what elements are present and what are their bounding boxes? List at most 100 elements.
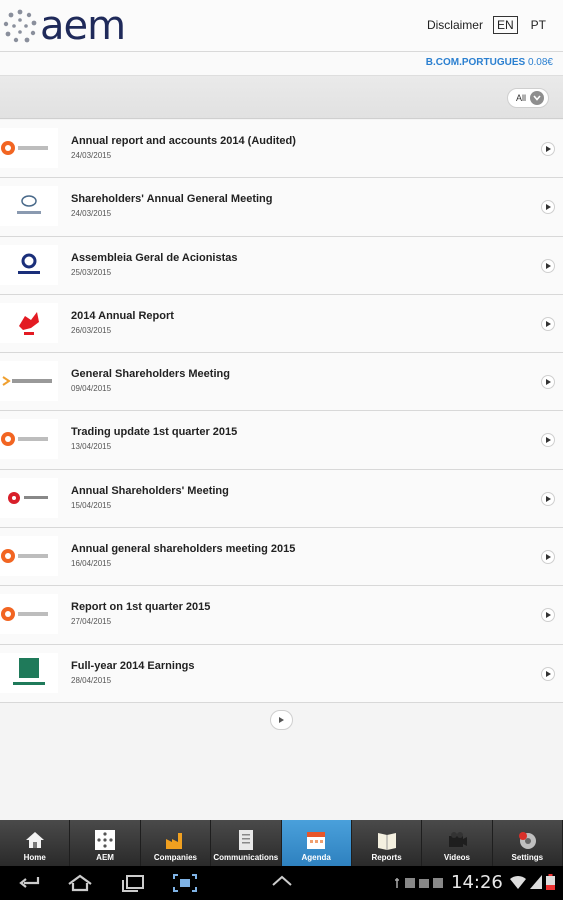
book-icon <box>376 829 398 851</box>
list-item[interactable]: Report on 1st quarter 2015 27/04/2015 <box>0 586 563 645</box>
filter-bar: All <box>0 76 563 119</box>
ticker-text[interactable]: B.COM.PORTUGUES 0.08€ <box>426 57 553 68</box>
agenda-list: Annual report and accounts 2014 (Audited… <box>0 120 563 703</box>
aem-icon <box>94 829 116 851</box>
list-item[interactable]: Shareholders' Annual General Meeting 24/… <box>0 178 563 237</box>
nav-aem[interactable]: AEM <box>70 820 141 866</box>
list-item[interactable]: Assembleia Geral de Acionistas 25/03/201… <box>0 236 563 295</box>
item-date: 13/04/2015 <box>71 442 112 452</box>
item-date: 25/03/2015 <box>71 267 112 277</box>
item-title: Trading update 1st quarter 2015 <box>71 426 238 439</box>
list-item[interactable]: General Shareholders Meeting 09/04/2015 <box>0 353 563 412</box>
semapa-logo <box>0 361 58 402</box>
arrow-right-icon[interactable] <box>541 375 555 390</box>
calendar-icon <box>305 829 327 851</box>
load-more-button[interactable] <box>270 710 293 730</box>
wifi-icon <box>510 875 526 894</box>
chevron-down-icon <box>530 91 544 105</box>
nav-label: Videos <box>443 853 470 862</box>
ctt-logo <box>0 302 58 343</box>
arrow-right-icon[interactable] <box>541 142 555 156</box>
screenshot-icon[interactable] <box>172 873 198 898</box>
nav-home[interactable]: Home <box>0 820 71 866</box>
item-title: Report on 1st quarter 2015 <box>71 601 211 614</box>
sdc-investimentos-logo <box>0 652 58 693</box>
nav-communications[interactable]: Communications <box>211 820 282 866</box>
list-item[interactable]: Full-year 2014 Earnings 28/04/2015 <box>0 644 563 703</box>
recent-apps-icon[interactable] <box>120 873 146 898</box>
document-icon <box>235 829 257 851</box>
list-item[interactable]: 2014 Annual Report 26/03/2015 <box>0 294 563 354</box>
camera-icon <box>446 829 468 851</box>
item-title: Full-year 2014 Earnings <box>71 659 195 672</box>
item-title: Assembleia Geral de Acionistas <box>71 251 238 264</box>
nav-videos[interactable]: Videos <box>422 820 493 866</box>
stock-ticker: B.COM.PORTUGUES 0.08€ <box>0 52 563 76</box>
arrow-right-icon[interactable] <box>541 200 555 215</box>
nav-label: Reports <box>371 853 402 862</box>
home-icon <box>24 829 46 851</box>
filter-dropdown[interactable]: All <box>506 88 549 108</box>
battery-icon <box>546 874 555 895</box>
settings-icon <box>516 829 538 851</box>
chevron-up-icon[interactable] <box>270 873 294 894</box>
aem-logo: aem <box>2 3 126 49</box>
item-title: Shareholders' Annual General Meeting <box>71 193 273 206</box>
logo-text: aem <box>40 3 126 49</box>
item-date: 24/03/2015 <box>71 209 112 219</box>
list-item[interactable]: Annual Shareholders' Meeting 15/04/2015 <box>0 469 563 529</box>
list-item[interactable]: Annual report and accounts 2014 (Audited… <box>0 120 563 179</box>
nav-companies[interactable]: Companies <box>141 820 212 866</box>
arrow-right-icon[interactable] <box>541 550 555 565</box>
factory-icon <box>164 829 186 851</box>
signal-icon <box>530 875 542 894</box>
galp-energia-logo <box>0 594 58 635</box>
status-clock: 14:26 <box>451 872 503 893</box>
arrow-right-icon[interactable] <box>541 666 555 681</box>
disclaimer-link[interactable]: Disclaimer <box>427 18 483 32</box>
back-icon[interactable] <box>18 873 42 898</box>
ticker-symbol: B.COM.PORTUGUES <box>425 57 526 68</box>
cimpor-logo <box>0 244 58 285</box>
nav-reports[interactable]: Reports <box>352 820 423 866</box>
item-date: 27/04/2015 <box>71 617 112 627</box>
nav-label: AEM <box>96 853 114 862</box>
list-item[interactable]: Trading update 1st quarter 2015 13/04/20… <box>0 411 563 470</box>
list-item[interactable]: Annual general shareholders meeting 2015… <box>0 528 563 587</box>
app-header: aem Disclaimer EN PT <box>0 0 563 52</box>
filter-label: All <box>515 93 526 103</box>
nav-label: Settings <box>511 853 544 862</box>
red-flower-logo <box>0 477 58 518</box>
nav-label: Home <box>23 853 46 862</box>
arrow-right-icon <box>279 717 284 723</box>
item-title: Annual report and accounts 2014 (Audited… <box>71 135 296 147</box>
nav-settings[interactable]: Settings <box>493 820 563 866</box>
nav-label: Communications <box>213 853 279 862</box>
item-date: 28/04/2015 <box>71 675 112 685</box>
item-date: 15/04/2015 <box>71 500 112 510</box>
arrow-right-icon[interactable] <box>541 316 555 331</box>
item-date: 26/03/2015 <box>71 325 112 335</box>
nav-label: Agenda <box>301 853 331 862</box>
item-date: 16/04/2015 <box>71 559 112 569</box>
item-title: 2014 Annual Report <box>71 309 174 322</box>
item-title: Annual Shareholders' Meeting <box>71 484 229 497</box>
bottom-nav: Home AEM Companies Communications Agenda… <box>0 820 563 866</box>
arrow-right-icon[interactable] <box>541 608 555 623</box>
galp-energia-logo <box>0 536 58 577</box>
item-title: Annual general shareholders meeting 2015 <box>71 543 296 556</box>
nav-agenda[interactable]: Agenda <box>281 820 352 866</box>
system-bar: 14:26 <box>0 866 563 900</box>
item-title: General Shareholders Meeting <box>71 368 230 381</box>
status-icons <box>395 876 447 895</box>
aem-logo-icon <box>3 9 37 43</box>
nav-label: Companies <box>153 853 197 862</box>
galp-energia-logo <box>0 419 58 460</box>
home-nav-icon[interactable] <box>66 873 94 898</box>
ticker-value: 0.08€ <box>527 57 553 68</box>
lang-pt-button[interactable]: PT <box>528 17 549 33</box>
arrow-right-icon[interactable] <box>541 491 555 506</box>
arrow-right-icon[interactable] <box>541 433 555 448</box>
arrow-right-icon[interactable] <box>541 258 555 273</box>
lang-en-button[interactable]: EN <box>492 16 518 34</box>
